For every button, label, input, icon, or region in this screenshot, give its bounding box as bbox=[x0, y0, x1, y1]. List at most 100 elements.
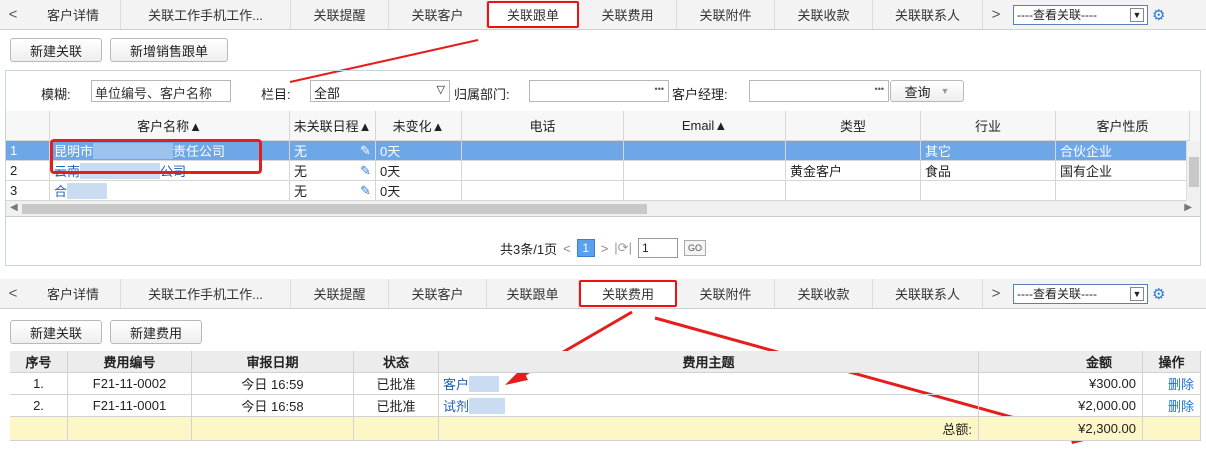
type-cell: 黄金客户 bbox=[786, 161, 921, 181]
new-expense-button[interactable]: 新建费用 bbox=[110, 320, 202, 344]
grid-header-industry[interactable]: 行业 bbox=[921, 111, 1056, 141]
tab-customer-detail[interactable]: 客户详情 bbox=[26, 279, 121, 308]
expense-subject-link[interactable]: 客户 bbox=[443, 374, 469, 393]
header-status: 状态 bbox=[354, 351, 439, 373]
grid-header-type[interactable]: 类型 bbox=[786, 111, 921, 141]
more-dots-icon[interactable]: ••• bbox=[655, 84, 664, 94]
chevron-down-icon[interactable]: ▼ bbox=[941, 86, 950, 96]
query-button[interactable]: 查询 ▼ bbox=[890, 80, 964, 102]
total-empty bbox=[354, 417, 439, 441]
page-input[interactable]: 1 bbox=[637, 238, 678, 258]
row-number: 3 bbox=[6, 181, 50, 201]
tab-reminder[interactable]: 关联提醒 bbox=[291, 279, 389, 308]
type-cell bbox=[786, 181, 921, 201]
tab-related-followup[interactable]: 关联跟单 bbox=[487, 279, 579, 308]
tab-related-expense[interactable]: 关联费用 bbox=[579, 280, 677, 307]
scrollbar-thumb[interactable] bbox=[1189, 157, 1199, 187]
delete-link[interactable]: 删除 bbox=[1143, 395, 1201, 417]
expense-amount: ¥2,000.00 bbox=[979, 395, 1143, 417]
go-button[interactable]: GO bbox=[683, 240, 706, 256]
gear-icon[interactable]: ⚙ bbox=[1152, 285, 1165, 303]
expense-subject-cell[interactable]: 试剂 bbox=[439, 395, 979, 417]
header-date: 审报日期 bbox=[192, 351, 354, 373]
expense-subject-link[interactable]: 试剂 bbox=[443, 396, 469, 415]
expense-num: 1. bbox=[10, 373, 68, 395]
next-page-icon[interactable]: > bbox=[601, 241, 609, 256]
header-subject: 费用主题 bbox=[439, 351, 979, 373]
industry-cell: 其它 bbox=[921, 141, 1056, 161]
current-page-button[interactable]: 1 bbox=[576, 239, 595, 257]
delete-link[interactable]: 删除 bbox=[1143, 373, 1201, 395]
grid-header-name[interactable]: 客户名称▲ bbox=[50, 111, 290, 141]
header-action: 操作 bbox=[1143, 351, 1201, 373]
customer-name-cell[interactable]: 合 bbox=[50, 181, 290, 201]
nature-cell: 国有企业 bbox=[1056, 161, 1190, 181]
edit-icon[interactable]: ✎ bbox=[360, 183, 371, 199]
edit-icon[interactable]: ✎ bbox=[360, 143, 371, 159]
grid-header-phone[interactable]: 电话 bbox=[462, 111, 624, 141]
more-dots-icon[interactable]: ••• bbox=[875, 84, 884, 94]
related-select[interactable]: ----查看关联---- ▼ bbox=[1013, 283, 1148, 304]
table-row: 1. F21-11-0002 今日 16:59 已批准 客户 ¥300.00 删… bbox=[10, 373, 1201, 395]
tab-related-payment[interactable]: 关联收款 bbox=[775, 279, 873, 308]
scrollbar-thumb[interactable] bbox=[22, 204, 647, 214]
total-amount: ¥2,300.00 bbox=[979, 417, 1143, 441]
nature-cell: 合伙企业 bbox=[1056, 141, 1190, 161]
grid-header-email[interactable]: Email▲ bbox=[624, 111, 786, 141]
expense-header-row: 序号 费用编号 审报日期 状态 费用主题 金额 操作 bbox=[10, 351, 1201, 373]
grid-header-unchanged[interactable]: 未变化▲ bbox=[376, 111, 462, 141]
dept-label: 归属部门: bbox=[454, 87, 510, 102]
expense-num: 2. bbox=[10, 395, 68, 417]
redacted-block bbox=[469, 397, 506, 414]
column-select[interactable]: 全部 ▽ bbox=[310, 80, 450, 102]
refresh-icon[interactable]: |⟳| bbox=[614, 240, 632, 256]
total-empty bbox=[68, 417, 192, 441]
vertical-scrollbar[interactable] bbox=[1186, 141, 1200, 201]
column-select-value: 全部 bbox=[314, 86, 341, 101]
total-empty bbox=[192, 417, 354, 441]
row-number: 2 bbox=[6, 161, 50, 181]
unchanged-cell: 0天 bbox=[376, 161, 462, 181]
nature-cell bbox=[1056, 181, 1190, 201]
horizontal-scrollbar[interactable]: ◀ ▶ bbox=[6, 201, 1200, 217]
total-row: 总额: ¥2,300.00 bbox=[10, 417, 1201, 441]
scroll-left-icon[interactable]: ◀ bbox=[10, 202, 18, 213]
phone-cell bbox=[462, 141, 624, 161]
tab-scroll-left-icon[interactable]: < bbox=[0, 279, 26, 308]
industry-cell: 食品 bbox=[921, 161, 1056, 181]
fuzzy-label: 模糊: bbox=[41, 87, 71, 102]
grid-header-schedule[interactable]: 未关联日程▲ bbox=[290, 111, 376, 141]
tab-related-customer[interactable]: 关联客户 bbox=[389, 279, 487, 308]
filter-row: 模糊: 单位编号、客户名称 栏目: 全部 ▽ 归属部门: ••• 客户经理: •… bbox=[6, 71, 1200, 111]
schedule-value: 无 bbox=[294, 144, 308, 159]
grid-header-nature[interactable]: 客户性质 bbox=[1056, 111, 1190, 141]
new-link-button[interactable]: 新建关联 bbox=[10, 320, 102, 344]
expense-status: 已批准 bbox=[354, 373, 439, 395]
redacted-block bbox=[67, 182, 108, 199]
email-cell bbox=[624, 181, 786, 201]
schedule-value: 无 bbox=[294, 184, 308, 199]
total-empty bbox=[1143, 417, 1201, 441]
redacted-block bbox=[469, 375, 500, 392]
fuzzy-search-input[interactable]: 单位编号、客户名称 bbox=[91, 80, 231, 102]
expense-subject-cell[interactable]: 客户 bbox=[439, 373, 979, 395]
grid-header-num bbox=[6, 111, 50, 141]
row-number: 1 bbox=[6, 141, 50, 161]
schedule-value: 无 bbox=[294, 164, 308, 179]
type-cell bbox=[786, 141, 921, 161]
header-num: 序号 bbox=[10, 351, 68, 373]
customer-name-link[interactable]: 合 bbox=[54, 181, 67, 200]
column-label: 栏目: bbox=[261, 87, 291, 102]
tab-related-contact[interactable]: 关联联系人 bbox=[873, 279, 983, 308]
prev-page-icon[interactable]: < bbox=[563, 241, 571, 256]
edit-icon[interactable]: ✎ bbox=[360, 163, 371, 179]
dept-input[interactable]: ••• bbox=[529, 80, 669, 102]
tab-work-phone[interactable]: 关联工作手机工作... bbox=[121, 279, 291, 308]
table-row[interactable]: 3 合 无 ✎ 0天 bbox=[6, 181, 1200, 201]
pagination: 共3条/1页 < 1 > |⟳| 1 GO bbox=[6, 232, 1200, 264]
tab-related-attachment[interactable]: 关联附件 bbox=[677, 279, 775, 308]
scroll-right-icon[interactable]: ▶ bbox=[1184, 202, 1192, 213]
manager-input[interactable]: ••• bbox=[749, 80, 889, 102]
tab-scroll-right-icon[interactable]: > bbox=[983, 279, 1009, 308]
highlight-box-customer bbox=[50, 139, 262, 174]
